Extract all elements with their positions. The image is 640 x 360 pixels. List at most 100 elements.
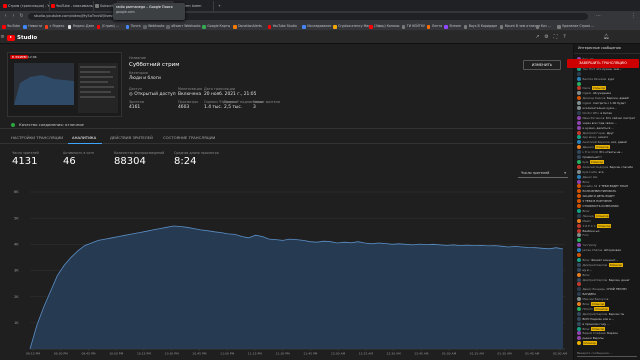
bookmark-item[interactable]: объект Webhooks [166,23,201,30]
bookmark-item[interactable]: YouTube Studio [267,23,297,30]
browser-tab[interactable]: Стрим (трансляция) - YouTube [2,1,50,11]
chat-message[interactable]: Hmmm Спонсор [577,306,639,312]
bookmark-item[interactable]: Исследование [302,23,331,30]
chat-input[interactable]: Введите сообщение... [577,350,637,357]
chat-message[interactable]: исключительно хуже... [577,106,639,111]
chat-message[interactable]: правильно!!! [577,155,639,160]
bookmark-item[interactable]: Каз ... [535,23,551,30]
bookmark-item[interactable]: ТИ КЕЙТКУ [401,23,425,30]
chat-message[interactable]: СТОИМОСТЬ КОМПАНИИ [577,204,639,209]
chat-message[interactable]: Kyle Invite ага [577,169,639,175]
chat-message[interactable]: ну и ... [577,267,639,273]
share-icon[interactable]: ↗ [534,34,541,41]
chat-message[interactable]: ninadio 34 У ТЕБЯ БУДЕТ ПЛАН [577,184,639,189]
bookmark-item[interactable]: Stream [444,23,461,30]
chat-message[interactable]: Ваабоки ых [577,228,639,234]
chat-message[interactable]: Домонд Кирсов Бархин, давай! [577,96,639,101]
chat-message[interactable]: Максим Белоусов [577,297,639,302]
chat-message[interactable]: рынки Европы [577,336,639,341]
edit-button[interactable]: ИЗМЕНИТЬ [523,60,561,70]
bookmark-item[interactable]: Google Карты [202,23,230,30]
help-icon[interactable]: ? [561,34,568,41]
chat-message[interactable]: X R E C X Спонсор [577,223,639,229]
chat-message[interactable]: Дмитрий Карпов Спонсор [577,262,639,268]
bookmark-item[interactable]: Boys В Коридоре [463,23,497,30]
tab-stream-health[interactable]: СОСТОЯНИЕ ТРАНСЛЯЦИИ [163,135,215,140]
chat-message[interactable]: через все года связи ... [577,120,639,126]
bookmark-item[interactable]: Webhooks [143,23,164,30]
reload-icon[interactable]: ↻ [18,13,25,20]
extensions-icon[interactable]: ⋯ [595,13,602,20]
bookmark-item[interactable]: Лента [426,23,442,30]
chat-message[interactable]: БАНДЕРА [577,292,639,297]
chat-message[interactable]: Денис Бондарь СПОЙ ПЕСНЮ [577,287,639,292]
metric-dropdown[interactable]: Число зрителей ▾ [518,170,568,178]
chat-message[interactable]: Doctor Who в Китае [577,110,639,116]
chat-message[interactable]: Kyle Спонсор [577,159,639,165]
bookmark-item[interactable]: Mount В чем отличие [499,23,540,30]
chat-message[interactable]: Bmw Спонсор [577,302,639,307]
end-stream-button[interactable]: ЗАВЕРШИТЬ ТРАНСЛЯЦИЮ [567,59,639,68]
chat-message[interactable]: Дмитрий Горин Друг [577,130,639,136]
bookmark-item[interactable]: Почта [125,23,141,30]
fullscreen-icon[interactable]: ⛶ [552,34,559,41]
chat-message[interactable]: Дмитрий Карпов Бархин ты [577,311,639,317]
chat-message[interactable]: Спонсор [577,341,639,346]
chat-message[interactable]: ЕСЛИ ИНВЕСТИРОВАТЬ [577,189,639,194]
browser-tab[interactable]: YouTube - максимальный Россия [50,1,94,11]
chat-message[interactable]: в прошлом году ... [577,321,639,327]
tab-viewer-actions[interactable]: ДЕЙСТВИЯ ЗРИТЕЛЕЙ [110,135,153,140]
chat-message[interactable]: У ТЕБЯ В ПОРТФЕЛЕ [577,199,639,204]
chat-message[interactable]: Даниил Спонсор [577,145,639,150]
chat-header-title[interactable]: Интересные сообщения [578,46,621,50]
tab-stream-settings[interactable]: НАСТРОЙКИ ТРАНСЛЯЦИИ [11,135,63,140]
chat-message[interactable]: Fom [577,233,639,238]
chat-message[interactable]: Bmw [577,179,639,185]
chat-message[interactable]: ВСЮ Неделю или в ... [577,316,639,322]
bookmark-item[interactable]: Яндекс.Дзен [67,23,94,30]
chat-message[interactable] [577,238,639,243]
chat-message[interactable]: Bmw [577,208,639,214]
studio-logo[interactable]: Studio [7,34,37,41]
tab-analytics[interactable]: АНАЛИТИКА [72,135,96,140]
chat-message[interactable]: Mashi [577,218,639,224]
chat-message[interactable] [577,81,639,87]
chat-message[interactable]: Алексей Сидоров Бархин спасибо [577,164,639,170]
chat-message[interactable]: Bmw [577,272,639,278]
chat-message[interactable]: Вадим Стафеев Бархин [577,331,639,336]
chat-message[interactable]: Bmw Спонсор [577,326,639,332]
chat-message[interactable]: Bmw Физмат концент... [577,257,639,263]
back-icon[interactable]: ‹ [2,13,9,20]
chat-message[interactable]: Дмитрий Карпов Бархин, денег [577,277,639,283]
new-tab-icon[interactable]: + [216,1,224,11]
chat-message[interactable]: АКЦИИ И ДЕНЬ БУДЕТ [577,194,639,199]
chat-message[interactable] [577,71,639,77]
chat-message[interactable]: Анатолий Борисов вся, давай [577,140,639,145]
chat-message[interactable] [577,253,639,258]
bookmark-item[interactable]: DonationAlerts [233,23,262,30]
hamburger-menu-icon[interactable]: ≡ [0,34,6,41]
chat-message[interactable]: James Charles Штормовая [577,248,639,253]
chat-message[interactable]: Леонид Спонсор [577,213,639,219]
menu-icon[interactable]: ⋮ [630,13,637,20]
chat-message[interactable]: Иван Ратников Кто сейчас смотрит [577,115,639,121]
bookmark-item[interactable]: Удаление Стрим ... [557,23,594,30]
stream-preview[interactable]: В ЭФИРЕ 2:12:06 [7,52,122,117]
bookmark-item[interactable]: (Эфир) Каналы [369,23,399,30]
bookmark-item[interactable]: Cryptocurrency Mar... [333,23,372,30]
chat-message[interactable]: Denis Спонсор [577,86,639,91]
chat-message[interactable]: Ogesk обсуждение [577,91,639,96]
forward-icon[interactable]: › [10,13,17,20]
bookmark-item[interactable]: YouTube [2,23,20,30]
settings-icon[interactable]: ⚙ [543,34,550,41]
chat-message[interactable]: Ogesk смотрите с 1:00 будет [577,101,639,106]
chat-message[interactable]: Бахтиё Рахимов курс [577,76,639,82]
chat-message[interactable]: L E G I O N Это ответы на... [577,150,639,155]
url-field[interactable]: studio.youtube.com/video/J9y5oTrvvW/live… [28,13,588,20]
bookmark-item[interactable]: (Стрим) ... [96,23,119,30]
chat-message[interactable] [577,282,639,287]
notifications-icon[interactable]: 🔔︎ [603,34,610,41]
chat-message[interactable]: Yuri Vardy [577,243,639,248]
bookmark-item[interactable]: с Яндекс [44,23,65,30]
bookmark-item[interactable]: Новости [23,23,42,30]
